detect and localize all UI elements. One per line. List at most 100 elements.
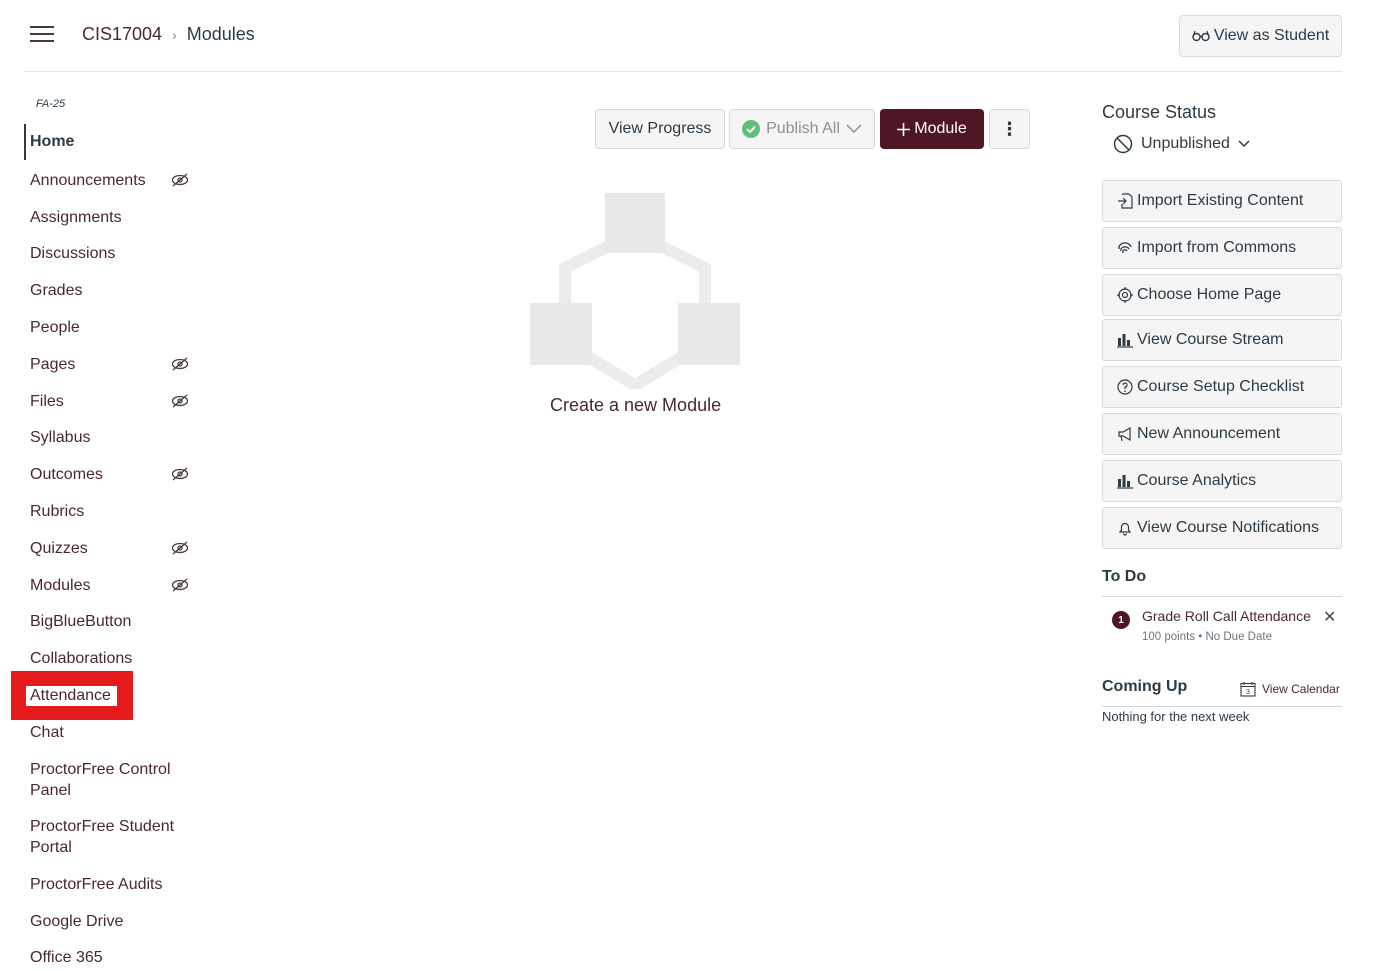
sidebar-item-label: Quizzes [30,540,88,557]
choose-home-page-button[interactable]: Choose Home Page [1102,274,1342,316]
sidebar-item-grades[interactable]: Grades [24,281,199,301]
sidebar-item-label: Assignments [30,209,122,226]
sidebar-item-chat[interactable]: Chat [24,723,199,743]
sidebar-item-label: People [30,319,80,336]
action-label: Course Setup Checklist [1137,378,1305,395]
import-existing-content-button[interactable]: Import Existing Content [1102,180,1342,222]
publish-all-label: Publish All [766,120,840,137]
kebab-menu-icon: ⋮ [1000,118,1019,139]
sidebar-item-proctorfree-student-portal[interactable]: ProctorFree Student Portal [24,817,184,858]
todo-item-title[interactable]: Grade Roll Call Attendance [1142,608,1311,624]
new-announcement-button[interactable]: New Announcement [1102,413,1342,455]
sidebar-item-label: Collaborations [30,650,133,667]
sidebar-item-label: Modules [30,577,91,594]
view-progress-button[interactable]: View Progress [595,109,725,149]
calendar-day: 3 [1246,689,1250,696]
sidebar-item-label: Attendance [30,687,111,704]
sidebar-item-files[interactable]: Files [24,392,199,412]
breadcrumb-current: Modules [186,24,255,44]
action-label: Course Analytics [1137,472,1257,489]
course-setup-checklist-button[interactable]: Course Setup Checklist [1102,366,1342,408]
sidebar-item-proctorfree-control-panel[interactable]: ProctorFree Control Panel [24,760,184,801]
eye-slash-icon [171,394,189,408]
import-from-commons-button[interactable]: Import from Commons [1102,227,1342,269]
eye-slash-icon [171,578,189,592]
modules-empty-illustration [530,193,740,389]
chevron-down-icon [846,124,862,134]
sidebar-item-attendance[interactable]: Attendance [24,686,199,706]
sidebar-item-label: ProctorFree Control Panel [30,761,171,799]
sidebar-item-announcements[interactable]: Announcements [24,171,199,191]
sidebar-item-syllabus[interactable]: Syllabus [24,428,199,448]
action-label: View Course Stream [1137,331,1284,348]
sidebar-item-label: Syllabus [30,429,91,446]
eye-slash-icon [171,467,189,481]
view-course-stream-button[interactable]: View Course Stream [1102,319,1342,361]
eye-slash-icon [171,541,189,555]
sidebar-item-label: Office 365 [30,949,103,966]
sidebar-item-collaborations[interactable]: Collaborations [24,649,199,669]
sidebar-item-home[interactable]: Home [24,124,199,160]
target-icon [1117,287,1133,303]
sidebar-item-label: ProctorFree Audits [30,876,163,893]
sidebar-item-label: Google Drive [30,913,124,930]
sidebar-item-label: Files [30,393,64,410]
eye-slash-icon [171,173,189,187]
view-calendar-link[interactable]: 3 View Calendar [1240,681,1340,697]
breadcrumb-separator-icon: › [172,26,177,43]
sidebar-item-quizzes[interactable]: Quizzes [24,539,199,559]
sidebar-item-rubrics[interactable]: Rubrics [24,502,199,522]
view-as-student-button[interactable]: View as Student [1179,15,1342,57]
course-analytics-button[interactable]: Course Analytics [1102,460,1342,502]
sidebar-item-outcomes[interactable]: Outcomes [24,465,199,485]
sidebar-item-pages[interactable]: Pages [24,355,199,375]
sidebar-item-bigbluebutton[interactable]: BigBlueButton [24,612,199,632]
view-progress-label: View Progress [608,120,712,137]
course-status-heading: Course Status [1102,102,1217,122]
sidebar-item-label: Announcements [30,172,146,189]
sidebar-item-discussions[interactable]: Discussions [24,244,199,264]
coming-up-empty: Nothing for the next week [1102,709,1250,724]
sidebar-item-label: Home [30,133,75,150]
bar-chart-icon [1117,334,1133,348]
more-options-button[interactable]: ⋮ [989,109,1030,149]
action-label: Choose Home Page [1137,286,1282,303]
todo-item-meta: 100 points • No Due Date [1142,631,1272,643]
sidebar-item-proctorfree-audits[interactable]: ProctorFree Audits [24,875,199,895]
top-header: CIS17004 › Modules View as Student [24,0,1342,72]
megaphone-icon [1118,426,1131,442]
plus-icon [897,122,911,136]
create-module-link[interactable]: Create a new Module [550,395,721,416]
hamburger-menu-icon[interactable] [30,26,54,44]
view-course-notifications-button[interactable]: View Course Notifications [1102,507,1342,549]
sidebar-item-label: BigBlueButton [30,613,132,630]
sidebar-item-label: Pages [30,356,76,373]
action-label: Import Existing Content [1137,192,1304,209]
dismiss-todo-close-icon[interactable]: ✕ [1323,607,1336,627]
add-module-button[interactable]: Module [880,109,984,149]
sidebar-item-label: Chat [30,724,64,741]
add-module-label: Module [914,120,967,137]
course-status-label: Unpublished [1141,135,1230,152]
question-icon [1117,379,1133,395]
bar-chart-icon [1117,475,1133,489]
check-circle-icon [742,120,761,138]
course-status-dropdown[interactable]: Unpublished [1113,134,1250,154]
bell-icon [1118,522,1132,536]
coming-up-divider [1102,706,1342,707]
chevron-down-icon [1238,140,1250,148]
sidebar-item-people[interactable]: People [24,318,199,338]
sidebar-item-modules[interactable]: Modules [24,576,199,596]
breadcrumb-course-link[interactable]: CIS17004 [82,24,162,45]
breadcrumb: CIS17004 › Modules [82,24,255,45]
sidebar-item-assignments[interactable]: Assignments [24,208,199,228]
view-calendar-label: View Calendar [1262,682,1340,696]
action-label: Import from Commons [1137,239,1297,256]
import-icon [1118,193,1133,209]
todo-count-badge: 1 [1112,611,1130,629]
unpublished-icon [1113,134,1133,154]
sidebar-item-google-drive[interactable]: Google Drive [24,912,199,932]
sidebar-item-label: Outcomes [30,466,103,483]
sidebar-item-office-365[interactable]: Office 365 [24,948,199,968]
publish-all-button[interactable]: Publish All [729,109,875,149]
